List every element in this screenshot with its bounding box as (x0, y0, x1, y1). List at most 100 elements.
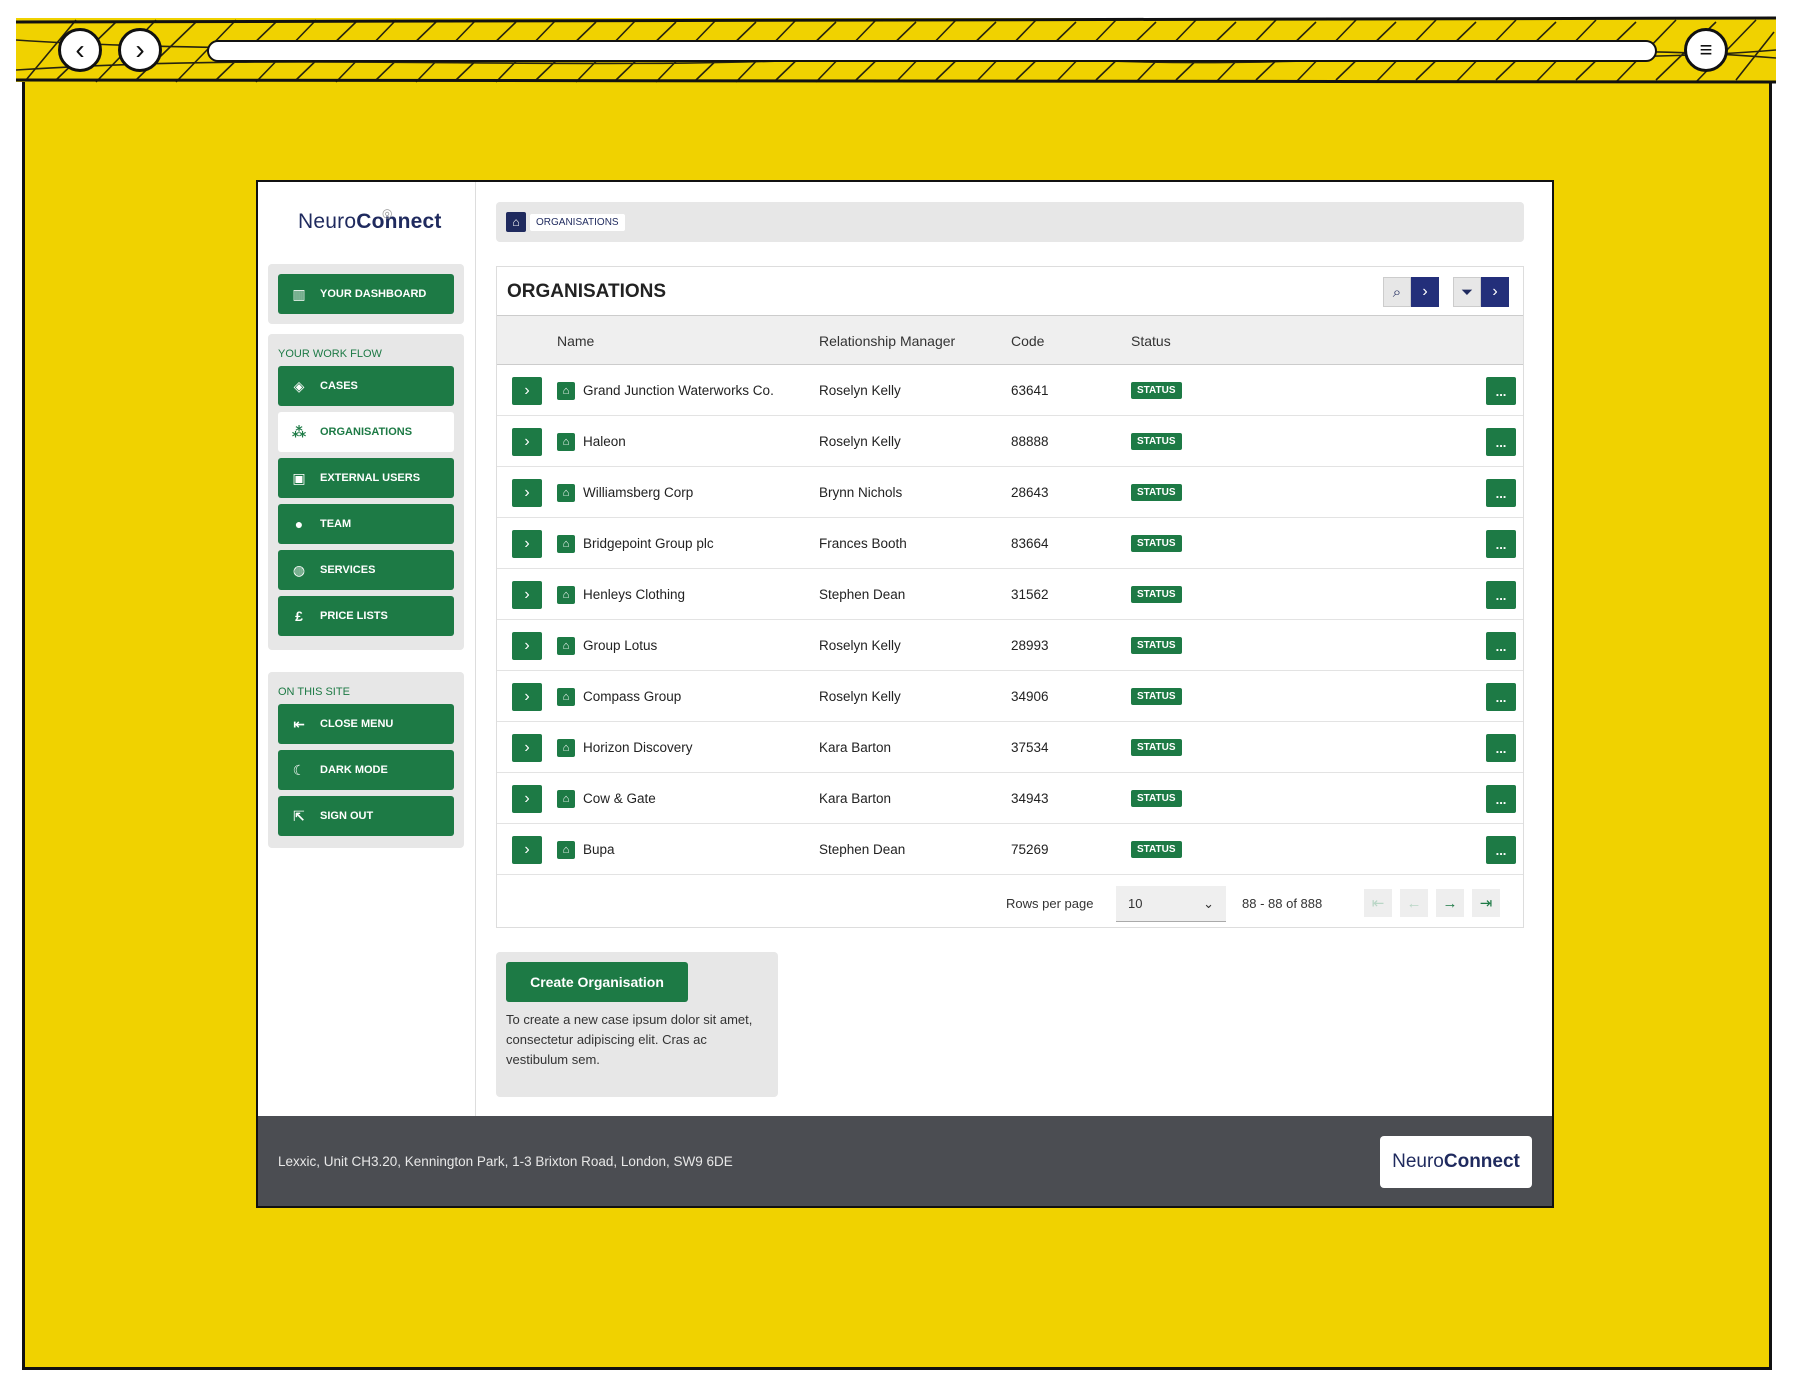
sidebar-item-label: EXTERNAL USERS (320, 472, 421, 484)
filter-expand-icon[interactable]: › (1481, 277, 1509, 307)
row-actions-button[interactable]: ... (1486, 734, 1516, 762)
cell-code: 88888 (1011, 434, 1049, 449)
browser-back-button[interactable]: ‹ (58, 28, 102, 72)
search-icon[interactable]: ⌕ (1383, 277, 1411, 307)
row-actions-button[interactable]: ... (1486, 581, 1516, 609)
rows-per-page-select[interactable]: 10 ⌄ (1116, 886, 1226, 922)
column-code[interactable]: Code (1011, 333, 1044, 349)
cell-relationship-manager: Brynn Nichols (819, 485, 903, 500)
services-icon: ◍ (292, 561, 306, 578)
row-actions-button[interactable]: ... (1486, 377, 1516, 405)
browser-menu-icon[interactable]: ≡ (1684, 28, 1728, 72)
open-row-button[interactable]: › (512, 581, 542, 609)
cell-code: 63641 (1011, 383, 1049, 398)
row-actions-button[interactable]: ... (1486, 836, 1516, 864)
cell-code: 28643 (1011, 485, 1049, 500)
close-menu-button[interactable]: ⇤ CLOSE MENU (278, 704, 454, 744)
sidebar-item-organisations[interactable]: ⁂ ORGANISATIONS (278, 412, 454, 452)
row-actions-button[interactable]: ... (1486, 479, 1516, 507)
table-row[interactable]: › ⌂ Grand Junction Waterworks Co. Roselyn K… (497, 365, 1523, 416)
filter-toggle[interactable]: ⏷ › (1453, 277, 1509, 307)
cell-code: 31562 (1011, 587, 1049, 602)
open-row-button[interactable]: › (512, 734, 542, 762)
cell-name: Group Lotus (583, 638, 658, 653)
column-status[interactable]: Status (1131, 333, 1171, 349)
search-toggle[interactable]: ⌕ › (1383, 277, 1439, 307)
table-row[interactable]: › ⌂ Bridgepoint Group plc Frances Booth 8366… (497, 518, 1523, 569)
home-icon[interactable]: ⌂ (506, 212, 526, 232)
dashboard-label: YOUR DASHBOARD (320, 288, 427, 300)
sidebar-item-team[interactable]: ● TEAM (278, 504, 454, 544)
site-title: ON THIS SITE (278, 686, 350, 698)
create-organisation-button[interactable]: Create Organisation (506, 962, 688, 1002)
table-row[interactable]: › ⌂ Horizon Discovery Kara Barton 37534 STATU… (497, 722, 1523, 773)
cell-code: 37534 (1011, 740, 1049, 755)
breadcrumb-current[interactable]: ORGANISATIONS (530, 213, 625, 231)
app-logo[interactable]: NeuroConnect (298, 210, 442, 234)
cell-relationship-manager: Roselyn Kelly (819, 434, 901, 449)
table-row[interactable]: › ⌂ Group Lotus Roselyn Kelly 28993 STATUS... (497, 620, 1523, 671)
cell-code: 83664 (1011, 536, 1049, 551)
row-actions-button[interactable]: ... (1486, 785, 1516, 813)
sidebar-item-cases[interactable]: ◈ CASES (278, 366, 454, 406)
status-badge: STATUS (1131, 637, 1182, 654)
open-row-button[interactable]: › (512, 632, 542, 660)
dark-mode-button[interactable]: ☾ DARK MODE (278, 750, 454, 790)
browser-forward-button[interactable]: › (118, 28, 162, 72)
open-row-button[interactable]: › (512, 377, 542, 405)
sidebar-item-label: CLOSE MENU (320, 718, 394, 730)
organisation-icon: ⌂ (557, 841, 575, 859)
browser-url-bar[interactable] (207, 40, 1657, 62)
sidebar-item-label: CASES (320, 380, 358, 392)
last-page-icon[interactable]: ⇥ (1472, 889, 1500, 917)
row-actions-button[interactable]: ... (1486, 530, 1516, 558)
open-row-button[interactable]: › (512, 836, 542, 864)
organisation-icon: ⌂ (557, 433, 575, 451)
open-row-button[interactable]: › (512, 683, 542, 711)
table-row[interactable]: › ⌂ Henleys Clothing Stephen Dean 31562 STATU… (497, 569, 1523, 620)
sidebar-item-external-users[interactable]: ▣ EXTERNAL USERS (278, 458, 454, 498)
table-row[interactable]: › ⌂ Williamsberg Corp Brynn Nichols 28643 STA… (497, 467, 1523, 518)
footer-address: Lexxic, Unit CH3.20, Kennington Park, 1-… (278, 1154, 733, 1169)
filter-icon[interactable]: ⏷ (1453, 277, 1481, 307)
search-expand-icon[interactable]: › (1411, 277, 1439, 307)
site-group: ON THIS SITE ⇤ CLOSE MENU ☾ DARK MODE ⇱ … (268, 672, 464, 848)
sidebar-item-price-lists[interactable]: £ PRICE LISTS (278, 596, 454, 636)
status-badge: STATUS (1131, 382, 1182, 399)
column-relationship-manager[interactable]: Relationship Manager (819, 333, 955, 349)
row-actions-button[interactable]: ... (1486, 683, 1516, 711)
sign-out-icon: ⇱ (293, 807, 305, 824)
status-badge: STATUS (1131, 739, 1182, 756)
cell-relationship-manager: Kara Barton (819, 740, 892, 755)
open-row-button[interactable]: › (512, 785, 542, 813)
first-page-icon[interactable]: ⇤ (1364, 889, 1392, 917)
cell-code: 34943 (1011, 791, 1049, 806)
sign-out-button[interactable]: ⇱ SIGN OUT (278, 796, 454, 836)
open-row-button[interactable]: › (512, 530, 542, 558)
table-row[interactable]: › ⌂ Haleon Roselyn Kelly 88888 STATUS... (497, 416, 1523, 467)
footer-logo[interactable]: Neuro Connect (1380, 1136, 1532, 1188)
breadcrumb: ⌂ ORGANISATIONS (496, 202, 1524, 242)
rows-per-page-label: Rows per page (1006, 896, 1094, 911)
open-row-button[interactable]: › (512, 479, 542, 507)
user-badge-icon: ▣ (292, 469, 306, 486)
row-actions-button[interactable]: ... (1486, 632, 1516, 660)
cell-name: Horizon Discovery (583, 740, 693, 755)
workflow-title: YOUR WORK FLOW (278, 348, 382, 360)
table-row[interactable]: › ⌂ Cow & Gate Kara Barton 34943 STATUS... (497, 773, 1523, 824)
cell-code: 28993 (1011, 638, 1049, 653)
main-content: ⌂ ORGANISATIONS ORGANISATIONS ⌕ › ⏷ › Na… (476, 182, 1552, 1116)
status-badge: STATUS (1131, 841, 1182, 858)
browser-stage: ‹ › ≡ NeuroConnect ◎ ▥ YOUR DASHBOARD YO… (0, 0, 1800, 1400)
row-actions-button[interactable]: ... (1486, 428, 1516, 456)
previous-page-icon[interactable]: ← (1400, 889, 1428, 917)
column-name[interactable]: Name (557, 333, 594, 349)
next-page-icon[interactable]: → (1436, 889, 1464, 917)
table-row[interactable]: › ⌂ Compass Group Roselyn Kelly 34906 STATUS.… (497, 671, 1523, 722)
table-row[interactable]: › ⌂ Bupa Stephen Dean 75269 STATUS... (497, 824, 1523, 875)
open-row-button[interactable]: › (512, 428, 542, 456)
create-description: To create a new case ipsum dolor sit ame… (506, 1012, 753, 1067)
your-dashboard-button[interactable]: ▥ YOUR DASHBOARD (278, 274, 454, 314)
create-organisation-box: Create Organisation To create a new case… (496, 952, 778, 1097)
sidebar-item-services[interactable]: ◍ SERVICES (278, 550, 454, 590)
